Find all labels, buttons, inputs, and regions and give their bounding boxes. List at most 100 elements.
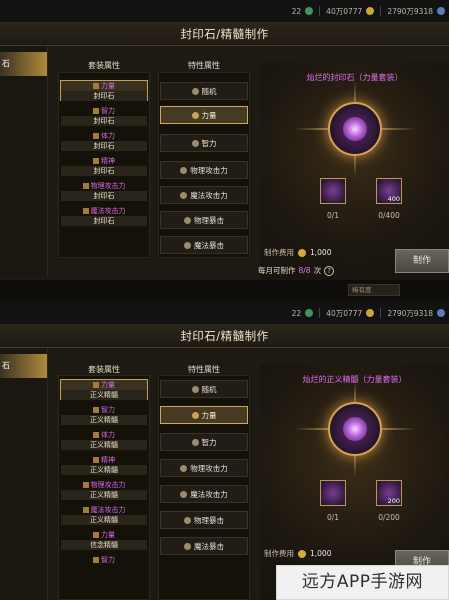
set-item-magic-attack[interactable]: 魔法攻击力 正义精髓 [60, 504, 148, 525]
gem-icon [437, 309, 445, 317]
crit-icon [184, 216, 191, 224]
strength-icon [93, 83, 99, 89]
set-attr-header: 套装属性 [88, 365, 120, 374]
material-1-count: 0/1 [326, 513, 340, 522]
spec-item-magic-attack[interactable]: 魔法攻击力 [160, 186, 248, 204]
help-icon[interactable]: ? [324, 265, 335, 276]
seal-stone-icon [343, 117, 367, 141]
material-slot-2[interactable]: 400 [376, 178, 402, 204]
set-item-vitality[interactable]: 体力 封印石 [60, 130, 148, 151]
material-quantity: 400 [387, 195, 400, 203]
refresh-icon [191, 87, 199, 95]
material-slot-2[interactable]: 200 [376, 480, 402, 506]
category-tab-selected[interactable]: 石 [0, 354, 47, 378]
gem-icon [437, 7, 445, 15]
potion-icon [305, 7, 314, 15]
spec-item-intelligence[interactable]: 智力 [160, 433, 248, 451]
spec-item-magic-attack[interactable]: 魔法攻击力 [160, 485, 248, 503]
intelligence-icon [93, 108, 99, 114]
spec-item-random[interactable]: 随机 [160, 82, 248, 100]
set-item-spirit[interactable]: 精神 封印石 [60, 155, 148, 176]
sword-icon [82, 183, 89, 189]
site-watermark: 远方APP手游网 [276, 565, 449, 600]
spec-item-physical-crit[interactable]: 物理暴击 [160, 211, 248, 229]
spec-item-physical-crit[interactable]: 物理暴击 [160, 511, 248, 529]
monthly-limit: 每月可制作 8/8 次 ? [258, 265, 335, 276]
set-item-spirit[interactable]: 精神 正义精髓 [60, 454, 148, 475]
set-item-intelligence[interactable]: 智力 封印石 [60, 105, 148, 126]
set-attr-header: 套装属性 [88, 61, 120, 70]
set-item-physical-attack[interactable]: 物理攻击力 封印石 [60, 180, 148, 201]
magic-icon [180, 490, 188, 498]
spec-attr-header: 特性属性 [188, 365, 220, 374]
material-2-count: 0/200 [378, 513, 400, 522]
strength-icon [93, 532, 99, 538]
spec-item-strength[interactable]: 力量 [160, 406, 248, 424]
category-sidebar: 石 [0, 348, 48, 600]
level-value: 22 [291, 308, 302, 318]
spirit-icon [93, 457, 99, 463]
status-bar: 22 40万0777 2790万9318 [0, 0, 449, 22]
strength-icon [93, 382, 99, 388]
intelligence-icon [191, 438, 199, 446]
spirit-icon [93, 158, 99, 164]
spec-item-physical-attack[interactable]: 物理攻击力 [160, 459, 248, 477]
gold-value: 40万0777 [326, 308, 363, 318]
result-item-orb [294, 80, 416, 178]
set-item-strength[interactable]: 力量 正义精髓 [60, 379, 148, 400]
craft-cost: 制作费用 1,000 [264, 248, 332, 257]
material-1-count: 0/1 [326, 211, 340, 220]
material-2-count: 0/400 [378, 211, 400, 220]
spec-item-random[interactable]: 随机 [160, 380, 248, 398]
craft-cost: 制作费用 1,000 [264, 549, 332, 558]
coin-icon [366, 7, 375, 15]
sort-dropdown[interactable]: 稀有度 [348, 284, 400, 296]
set-item-intelligence[interactable]: 智力 正义精髓 [60, 404, 148, 425]
magic-icon [82, 507, 89, 513]
sword-icon [180, 166, 188, 174]
crit-icon [184, 516, 191, 524]
window-title: 封印石/精髓制作 [0, 324, 449, 348]
crafting-window-seal-stone: 22 40万0777 2790万9318 封印石/精髓制作 石 套装属性 特性属… [0, 0, 449, 300]
coin-icon [366, 309, 375, 317]
magic-icon [82, 208, 89, 214]
category-sidebar: 石 [0, 46, 48, 276]
status-bar: 22 40万0777 2790万9318 [0, 302, 449, 324]
essence-icon [343, 417, 367, 441]
set-item-magic-attack[interactable]: 魔法攻击力 封印石 [60, 205, 148, 226]
gold-value: 40万0777 [326, 6, 363, 16]
crit-icon [184, 241, 191, 249]
spec-attr-header: 特性属性 [188, 61, 220, 70]
material-quantity: 200 [387, 497, 400, 505]
intelligence-icon [191, 139, 199, 147]
vitality-icon [93, 432, 99, 438]
sword-icon [180, 464, 188, 472]
set-item-intelligence-faith[interactable]: 智力 [60, 554, 148, 575]
spec-item-magic-crit[interactable]: 魔法暴击 [160, 236, 248, 254]
spec-item-strength[interactable]: 力量 [160, 106, 248, 124]
currency-value: 2790万9318 [387, 308, 433, 318]
coin-icon [298, 248, 306, 257]
spec-item-physical-attack[interactable]: 物理攻击力 [160, 161, 248, 179]
result-item-orb [294, 380, 416, 478]
level-value: 22 [291, 6, 302, 16]
intelligence-icon [93, 557, 99, 563]
spec-item-intelligence[interactable]: 智力 [160, 134, 248, 152]
craft-button[interactable]: 制作 [395, 249, 449, 273]
set-item-vitality[interactable]: 体力 正义精髓 [60, 429, 148, 450]
crafting-window-essence: 22 40万0777 2790万9318 封印石/精髓制作 石 套装属性 特性属… [0, 302, 449, 600]
coin-icon [298, 549, 306, 558]
material-slot-1[interactable] [320, 178, 346, 204]
intelligence-icon [93, 407, 99, 413]
magic-icon [180, 191, 188, 199]
spec-item-magic-crit[interactable]: 魔法暴击 [160, 537, 248, 555]
currency-value: 2790万9318 [387, 6, 433, 16]
vitality-icon [93, 133, 99, 139]
strength-icon [191, 111, 199, 119]
set-item-physical-attack[interactable]: 物理攻击力 正义精髓 [60, 479, 148, 500]
potion-icon [305, 309, 314, 317]
category-tab-selected[interactable]: 石 [0, 52, 47, 76]
material-slot-1[interactable] [320, 480, 346, 506]
set-item-strength-faith[interactable]: 力量 信念精髓 [60, 529, 148, 550]
set-item-strength[interactable]: 力量 封印石 [60, 80, 148, 101]
